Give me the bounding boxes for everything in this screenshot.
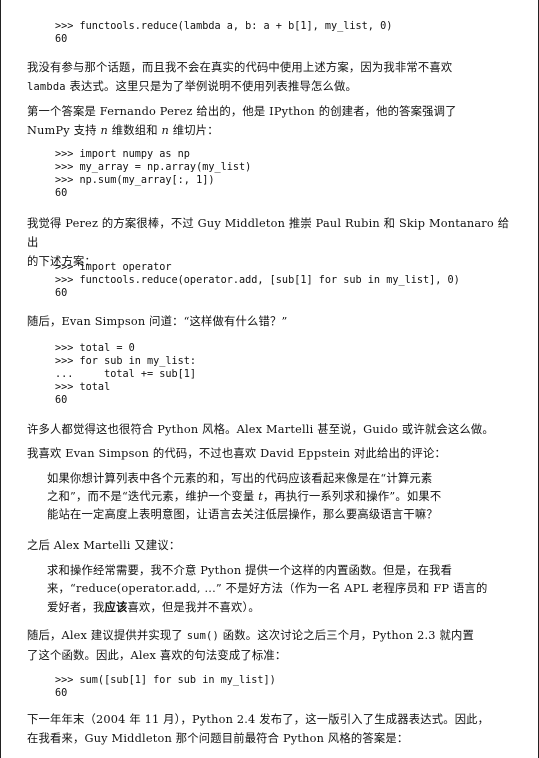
text-line: 之后 Alex Martelli 又建议： (27, 539, 181, 552)
quote-line: 爱好者，我应该喜欢，但是我并不喜欢）。 (47, 598, 516, 617)
quote-line: 求和操作经常需要，我不介意 Python 提供一个这样的内置函数。但是，在我看 (47, 564, 453, 577)
text-span: 表达式。这里只是为了举例说明不使用列表推导怎么做。 (65, 80, 357, 93)
text-span: 维切片： (168, 124, 219, 137)
code-block-operator: >>> import operator >>> functools.reduce(… (55, 261, 516, 300)
text-span: 之和”，而不是“迭代元素，维护一个变量 (47, 490, 259, 503)
quote-line: 能站在一定高度上表明意图，让语言去关注低层操作，那么要高级语言干嘛？ (47, 508, 438, 521)
text-line: lambda 表达式。这里只是为了举例说明不使用列表推导怎么做。 (27, 77, 516, 97)
paragraph-martelli-intro: 之后 Alex Martelli 又建议： (27, 536, 516, 555)
paragraph-eppstein-intro: 我喜欢 Evan Simpson 的代码，不过也喜欢 David Eppstei… (27, 444, 516, 463)
quote-eppstein: 如果你想计算列表中各个元素的和，写出的代码应该看起来像是在“计算元素 之和”，而… (27, 470, 516, 524)
text-line: 在我看来，Guy Middleton 那个问题目前最符合 Python 风格的答… (27, 732, 409, 745)
code-block-for-loop: >>> total = 0 >>> for sub in my_list: ... … (55, 342, 516, 407)
text-line: 随后，Alex 建议提供并实现了 sum() 函数。这次讨论之后三个月，Pyth… (27, 626, 516, 646)
code-line: >>> functools.reduce(operator.add, [sub[… (55, 275, 460, 286)
italic-var: n (100, 124, 108, 137)
code-block-numpy: >>> import numpy as np >>> my_array = np.… (55, 148, 516, 200)
text-line: 许多人都觉得这也很符合 Python 风格。Alex Martelli 甚至说，… (27, 423, 494, 436)
code-line: >>> total (55, 382, 111, 393)
text-line: NumPy 支持 n 维数组和 n 维切片： (27, 121, 516, 140)
code-block-sum: >>> sum([sub[1] for sub in my_list]) 60 (55, 674, 516, 700)
bold-text: 应该 (104, 600, 128, 614)
code-line: >>> import numpy as np (55, 149, 190, 160)
quote-martelli: 求和操作经常需要，我不介意 Python 提供一个这样的内置函数。但是，在我看 … (27, 562, 516, 617)
code-line: >>> functools.reduce(lambda a, b: a + b[… (55, 21, 393, 32)
code-line: >>> for sub in my_list: (55, 356, 197, 367)
inline-code: sum() (186, 630, 219, 642)
text-line: 随后，Evan Simpson 问道：“这样做有什么错？” (27, 315, 288, 328)
code-block-reduce-lambda: >>> functools.reduce(lambda a, b: a + b[… (55, 20, 516, 46)
code-line: >>> total = 0 (55, 343, 135, 354)
paragraph-lambda-note: 我没有参与那个话题，而且我不会在真实的代码中使用上述方案，因为我非常不喜欢 la… (27, 58, 516, 97)
paragraph-generator-expr: 下一年年末（2004 年 11 月），Python 2.4 发布了，这一版引入了… (27, 710, 516, 748)
book-page: >>> functools.reduce(lambda a, b: a + b[… (0, 0, 539, 758)
code-line: >>> sum([sub[1] for sub in my_list]) (55, 675, 276, 686)
paragraph-perez-answer: 第一个答案是 Fernando Perez 给出的，他是 IPython 的创建… (27, 102, 516, 140)
text-line: 我没有参与那个话题，而且我不会在真实的代码中使用上述方案，因为我非常不喜欢 (27, 58, 516, 77)
inline-code: lambda (27, 81, 66, 93)
code-line: 60 (55, 188, 68, 199)
text-line: 我喜欢 Evan Simpson 的代码，不过也喜欢 David Eppstei… (27, 447, 446, 460)
text-span: 维数组和 (107, 124, 162, 137)
code-line: 60 (55, 34, 68, 45)
text-span: 我没有参与那个话题，而且我不会在真实的代码中使用上述方案，因为我非常不喜欢 (27, 61, 453, 74)
paragraph-sum-builtin: 随后，Alex 建议提供并实现了 sum() 函数。这次讨论之后三个月，Pyth… (27, 626, 516, 665)
text-line: 了这个函数。因此，Alex 喜欢的句法变成了标准： (27, 649, 287, 662)
code-line: ... total += sub[1] (55, 369, 197, 380)
text-span: 喜欢，但是我并不喜欢）。 (127, 601, 260, 614)
text-span: ，再执行一系列求和操作”。如果不 (262, 490, 442, 503)
paragraph-pythonic: 许多人都觉得这也很符合 Python 风格。Alex Martelli 甚至说，… (27, 420, 516, 439)
text-span: NumPy 支持 (27, 124, 101, 137)
code-line: 60 (55, 395, 68, 406)
code-line: >>> my_array = np.array(my_list) (55, 162, 252, 173)
code-line: >>> np.sum(my_array[:, 1]) (55, 175, 215, 186)
text-span: 随后，Alex 建议提供并实现了 (27, 629, 187, 642)
code-line: >>> import operator (55, 262, 172, 273)
text-span: 函数。这次讨论之后三个月，Python 2.3 就内置 (218, 629, 474, 642)
text-line: 第一个答案是 Fernando Perez 给出的，他是 IPython 的创建… (27, 105, 457, 118)
text-span: 爱好者，我 (47, 601, 105, 614)
quote-line: 之和”，而不是“迭代元素，维护一个变量 t，再执行一系列求和操作”。如果不 (47, 488, 516, 506)
code-line: 60 (55, 688, 68, 699)
quote-line: 来，“reduce(operator.add, ...” 不是好方法（作为一名 … (47, 582, 488, 595)
code-line: 60 (55, 288, 68, 299)
quote-line: 如果你想计算列表中各个元素的和，写出的代码应该看起来像是在“计算元素 (47, 472, 433, 485)
text-line: 下一年年末（2004 年 11 月），Python 2.4 发布了，这一版引入了… (27, 713, 490, 726)
paragraph-evan-question: 随后，Evan Simpson 问道：“这样做有什么错？” (27, 312, 516, 331)
text-line: 我觉得 Perez 的方案很棒，不过 Guy Middleton 推崇 Paul… (27, 217, 510, 249)
italic-var: n (161, 124, 169, 137)
